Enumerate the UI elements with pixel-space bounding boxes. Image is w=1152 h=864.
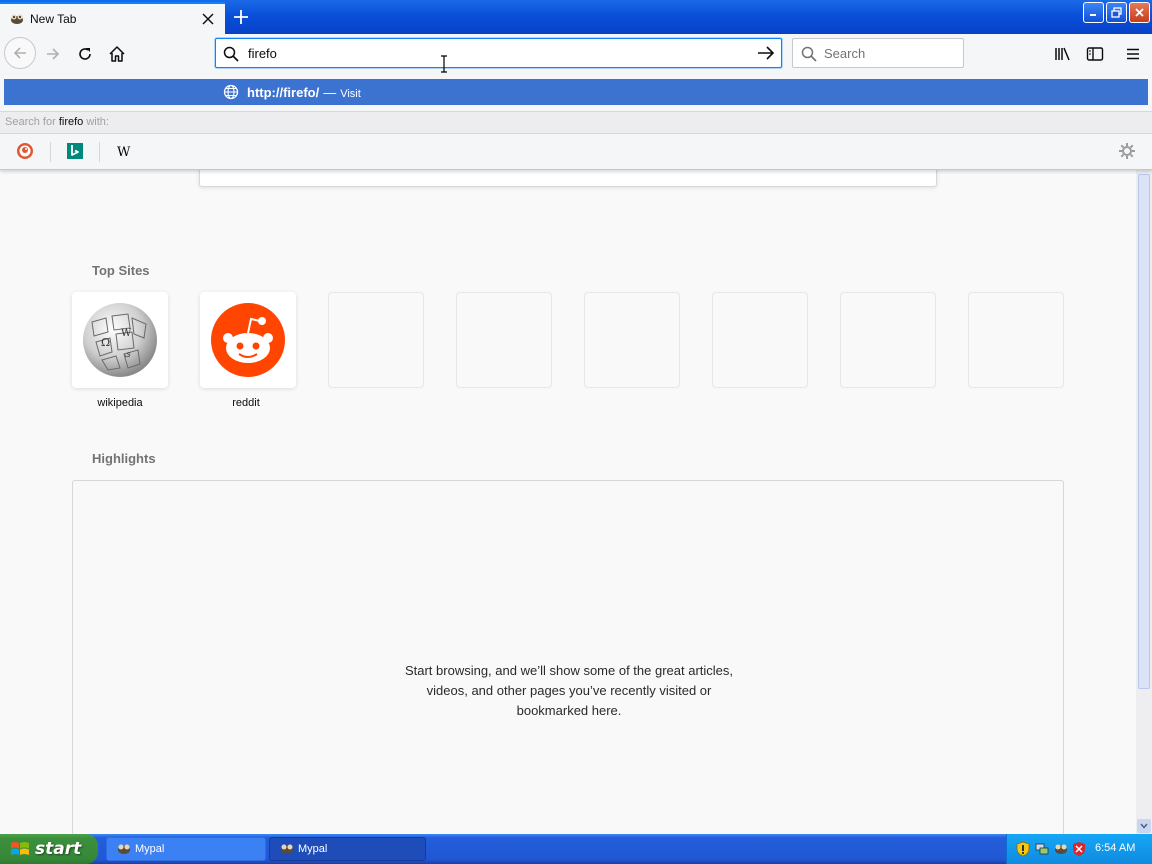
taskbar-item-mypal[interactable]: Mypal: [269, 837, 426, 861]
library-button[interactable]: [1048, 39, 1078, 69]
reload-icon: [79, 48, 91, 60]
scroll-down-button[interactable]: [1137, 819, 1151, 833]
top-site-label-reddit: reddit: [232, 397, 260, 409]
minimize-icon: [1090, 14, 1096, 16]
restore-button[interactable]: [1106, 2, 1127, 23]
mypal-icon: [281, 844, 293, 854]
svg-text:Ω: Ω: [101, 336, 110, 349]
antivirus-shield-icon[interactable]: [1071, 841, 1087, 857]
library-icon: [1055, 47, 1070, 61]
autocomplete-separator: —: [323, 84, 337, 100]
home-icon: [109, 46, 125, 62]
svg-text:ی: ی: [124, 349, 131, 359]
top-site-tile-empty[interactable]: [328, 292, 424, 388]
top-site-tile-wikipedia[interactable]: Ω W ی: [72, 292, 168, 388]
plus-icon: [234, 10, 248, 24]
taskbar: start Mypal Mypal 6:54 AM: [0, 834, 1152, 864]
menu-button[interactable]: [1118, 39, 1148, 69]
top-site-tile-empty[interactable]: [456, 292, 552, 388]
start-label: start: [35, 839, 82, 859]
text-cursor-icon: [439, 55, 449, 73]
system-tray: 6:54 AM: [1006, 834, 1152, 864]
search-icon: [800, 45, 818, 63]
wikipedia-globe-icon: Ω W ی: [83, 303, 157, 377]
taskbar-item-label: Mypal: [135, 843, 165, 855]
taskbar-item-label: Mypal: [298, 843, 328, 855]
tab-new-tab[interactable]: New Tab: [0, 2, 225, 34]
bing-icon[interactable]: [61, 140, 89, 162]
highlights-empty-line: Start browsing, and we’ll show some of t…: [404, 663, 734, 678]
home-button[interactable]: [102, 39, 132, 69]
tab-title: New Tab: [30, 12, 77, 26]
back-button[interactable]: [4, 37, 36, 69]
highlights-empty-message: Start browsing, and we’ll show some of t…: [73, 661, 1065, 721]
top-site-tile-empty[interactable]: [712, 292, 808, 388]
top-site-tile-reddit[interactable]: [200, 292, 296, 388]
engine-divider: [99, 142, 100, 162]
url-autocomplete-popup: http://firefo/ — Visit Search for firefo…: [0, 74, 1152, 170]
back-arrow-icon: [13, 47, 26, 59]
svg-text:W: W: [121, 328, 132, 339]
scrollbar-thumb[interactable]: [1138, 174, 1150, 689]
taskbar-item-mypal[interactable]: Mypal: [106, 837, 266, 861]
mypal-tray-icon[interactable]: [1053, 841, 1069, 857]
clock: 6:54 AM: [1095, 842, 1136, 854]
url-input[interactable]: [248, 43, 748, 63]
windows-logo-icon: [11, 842, 29, 855]
highlights-empty-line: bookmarked here.: [516, 703, 622, 718]
search-with-term: firefo: [58, 116, 84, 128]
close-window-button[interactable]: [1129, 2, 1150, 23]
highlights-panel: Start browsing, and we’ll show some of t…: [72, 480, 1064, 834]
restore-icon: [1111, 7, 1122, 18]
network-icon[interactable]: [1034, 841, 1050, 857]
page-scrollbar[interactable]: [1136, 170, 1152, 834]
highlights-empty-line: videos, and other pages you’ve recently …: [426, 683, 712, 698]
reload-button[interactable]: [70, 39, 100, 69]
top-site-label-wikipedia: wikipedia: [97, 397, 143, 409]
search-input[interactable]: [824, 44, 954, 62]
one-off-search-engines: W: [0, 134, 1152, 170]
minimize-button[interactable]: [1083, 2, 1104, 23]
search-with-label: Search for firefo with:: [0, 111, 1152, 134]
search-settings-gear-icon[interactable]: [1113, 140, 1141, 162]
security-shield-icon[interactable]: [1015, 841, 1031, 857]
duckduckgo-icon[interactable]: [11, 140, 39, 162]
hamburger-menu-icon: [1127, 48, 1139, 60]
new-tab-page: Top Sites Ω W ی wikipedia reddit Highlig…: [0, 74, 1136, 834]
search-with-suffix: with:: [83, 116, 109, 128]
search-with-prefix: Search for: [5, 116, 59, 128]
sidebar-icon: [1086, 47, 1104, 61]
window-titlebar: New Tab: [0, 0, 1152, 34]
search-icon: [222, 45, 240, 63]
url-bar[interactable]: [215, 38, 782, 68]
engine-divider: [50, 142, 51, 162]
navigation-toolbar: [0, 34, 1152, 74]
svg-text:W: W: [117, 145, 131, 158]
forward-button[interactable]: [38, 39, 68, 69]
search-bar[interactable]: [792, 38, 964, 68]
go-arrow-icon[interactable]: [754, 42, 778, 64]
sidebar-button[interactable]: [1080, 39, 1110, 69]
close-icon: [1135, 8, 1144, 17]
close-tab-icon[interactable]: [197, 8, 219, 30]
top-sites-title: Top Sites: [92, 263, 150, 278]
chevron-down-icon: [1140, 823, 1148, 829]
highlights-title: Highlights: [92, 451, 156, 466]
reddit-icon: [211, 303, 285, 377]
start-button[interactable]: start: [0, 834, 98, 864]
autocomplete-action-label: Visit: [340, 87, 361, 100]
mypal-icon: [9, 11, 25, 27]
mypal-icon: [118, 844, 130, 854]
autocomplete-result-url: http://firefo/: [247, 84, 320, 100]
top-site-tile-empty[interactable]: [584, 292, 680, 388]
new-tab-button[interactable]: [228, 4, 254, 30]
forward-arrow-icon: [47, 48, 60, 60]
globe-icon: [223, 84, 239, 100]
autocomplete-result-visit[interactable]: http://firefo/ — Visit: [4, 79, 1148, 105]
top-site-tile-empty[interactable]: [968, 292, 1064, 388]
wikipedia-icon[interactable]: W: [111, 140, 139, 162]
top-site-tile-empty[interactable]: [840, 292, 936, 388]
